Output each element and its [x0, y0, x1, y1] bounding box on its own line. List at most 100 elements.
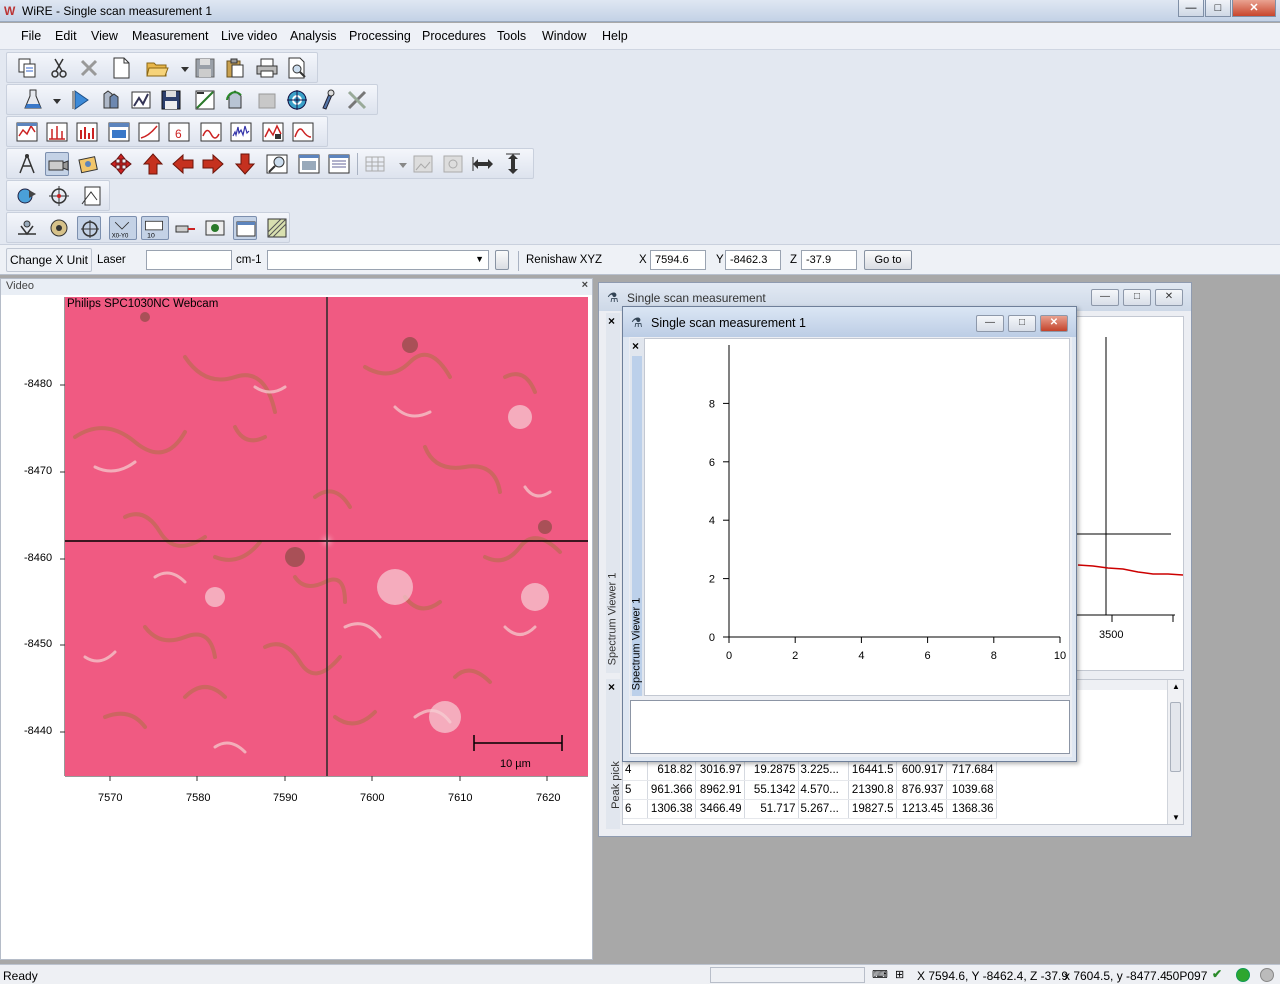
brightfield-icon[interactable] [233, 216, 257, 240]
z-coord-input[interactable]: -37.9 [801, 250, 857, 270]
spectrum-viewer-1[interactable]: 0 2 4 6 8 10 0 2 4 6 8 [644, 338, 1070, 696]
arrow-right-icon[interactable] [201, 152, 225, 176]
open-dropdown-icon[interactable] [173, 56, 189, 80]
save-icon[interactable] [193, 56, 217, 80]
grating-icon[interactable] [265, 216, 289, 240]
ssm1-lower-pane[interactable] [630, 700, 1070, 754]
ssm-spectrum-close-icon[interactable]: × [608, 314, 615, 328]
folder-disabled-icon[interactable] [255, 88, 279, 112]
menu-analysis[interactable]: Analysis [290, 29, 337, 43]
peak-pick-tab[interactable]: Peak pick [610, 761, 622, 809]
menu-file[interactable]: File [21, 29, 41, 43]
view-fit-icon[interactable] [291, 120, 315, 144]
peak-pick-close-icon[interactable]: × [608, 680, 615, 694]
property-extra-button[interactable] [495, 250, 509, 270]
area-map-icon[interactable] [79, 184, 103, 208]
new-document-icon[interactable] [109, 56, 133, 80]
ssm-maximize-button[interactable]: □ [1123, 289, 1151, 306]
menu-help[interactable]: Help [602, 29, 628, 43]
menu-view[interactable]: View [91, 29, 118, 43]
paste-icon[interactable] [223, 56, 247, 80]
property-dropdown[interactable]: ▼ [267, 250, 489, 270]
scroll-down-icon[interactable]: ▼ [1172, 813, 1180, 822]
move-stage-icon[interactable] [109, 152, 133, 176]
menu-live-video[interactable]: Live video [221, 29, 277, 43]
focus-track-icon[interactable] [77, 216, 101, 240]
run-measurement-icon[interactable] [69, 88, 93, 112]
cut-icon[interactable] [47, 56, 71, 80]
view-peaks-icon[interactable] [45, 120, 69, 144]
delete-icon[interactable] [77, 56, 101, 80]
table-row[interactable]: 6 1306.38 3466.49 51.717 5.267... 19827.… [623, 799, 997, 819]
ssm-side-tab[interactable]: × Spectrum Viewer 1 [606, 313, 620, 673]
open-folder-icon[interactable] [145, 56, 169, 80]
arrow-left-icon[interactable] [171, 152, 195, 176]
laser-input[interactable] [146, 250, 232, 270]
crosshair-target-icon[interactable] [47, 184, 71, 208]
copy-icon[interactable] [15, 56, 39, 80]
arrow-up-icon[interactable] [141, 152, 165, 176]
ssm1-close-button[interactable]: ✕ [1040, 315, 1068, 332]
ten-um-step-icon[interactable]: 10 [141, 216, 169, 240]
menu-edit[interactable]: Edit [55, 29, 77, 43]
menu-measurement[interactable]: Measurement [132, 29, 208, 43]
map-globe-icon[interactable] [15, 184, 39, 208]
ssm1-side-tab[interactable]: × Spectrum Viewer 1 [630, 338, 644, 696]
target-disabled-icon[interactable] [441, 152, 465, 176]
capture-image-icon[interactable] [77, 152, 101, 176]
goto-button[interactable]: Go to [864, 250, 912, 270]
globe-target-icon[interactable] [285, 88, 309, 112]
ssm-close-button[interactable]: ✕ [1155, 289, 1183, 306]
sample-stack-icon[interactable] [99, 88, 123, 112]
menu-tools[interactable]: Tools [497, 29, 526, 43]
xo-yo-offset-icon[interactable]: X0-Y0 [109, 216, 137, 240]
stage-settings-icon[interactable] [15, 216, 39, 240]
grid-disabled-icon[interactable] [363, 152, 387, 176]
calibration-icon[interactable] [193, 88, 217, 112]
horizontal-resize-icon[interactable] [471, 152, 495, 176]
ssm-spectrum-viewer-tab[interactable]: Spectrum Viewer 1 [606, 573, 618, 666]
vertical-resize-icon[interactable] [501, 152, 525, 176]
laser-icon[interactable] [173, 216, 197, 240]
ssm1-maximize-button[interactable]: □ [1008, 315, 1036, 332]
save-data-icon[interactable] [159, 88, 183, 112]
change-x-unit-button[interactable]: Change X Unit [6, 248, 92, 272]
menu-procedures[interactable]: Procedures [422, 29, 486, 43]
zoom-image-icon[interactable] [265, 152, 289, 176]
ssm1-title-bar[interactable]: ⚗ Single scan measurement 1 — □ ✕ [623, 307, 1076, 337]
view-noisy-spectrum-icon[interactable] [229, 120, 253, 144]
view-curve-icon[interactable] [137, 120, 161, 144]
minimize-button[interactable]: — [1178, 0, 1204, 17]
flask-dropdown-icon[interactable] [45, 88, 61, 112]
map-measurement-icon[interactable] [129, 88, 153, 112]
autofocus-icon[interactable] [47, 216, 71, 240]
x-coord-input[interactable]: 7594.6 [650, 250, 706, 270]
print-icon[interactable] [255, 56, 279, 80]
close-button[interactable]: ✕ [1232, 0, 1276, 17]
menu-window[interactable]: Window [542, 29, 586, 43]
tools-icon[interactable] [345, 88, 369, 112]
montage-icon[interactable] [297, 152, 321, 176]
ssm1-spectrum-viewer-tab[interactable]: Spectrum Viewer 1 [630, 598, 642, 691]
image-disabled-icon[interactable] [411, 152, 435, 176]
shutter-icon[interactable] [203, 216, 227, 240]
table-row[interactable]: 5 961.366 8962.91 55.1342 4.570... 21390… [623, 780, 997, 800]
arrow-down-icon[interactable] [233, 152, 257, 176]
peak-table-scrollbar[interactable]: ▲ ▼ [1167, 680, 1183, 824]
montage-grid-icon[interactable] [327, 152, 351, 176]
scrollbar-thumb[interactable] [1170, 702, 1181, 772]
view-bars-icon[interactable] [75, 120, 99, 144]
scroll-up-icon[interactable]: ▲ [1172, 682, 1180, 691]
peak-pick-side-tab[interactable]: × Peak pick [606, 679, 622, 829]
ssm1-minimize-button[interactable]: — [976, 315, 1004, 332]
refresh-sample-icon[interactable] [223, 88, 247, 112]
view-compare-icon[interactable] [261, 120, 285, 144]
print-preview-icon[interactable] [285, 56, 309, 80]
table-row[interactable]: 4 618.82 3016.97 19.2875 3.225... 16441.… [623, 761, 997, 781]
ssm1-spectrum-close-icon[interactable]: × [632, 339, 639, 353]
maximize-button[interactable]: □ [1205, 0, 1231, 17]
y-coord-input[interactable]: -8462.3 [725, 250, 781, 270]
view-spectrum-icon[interactable] [15, 120, 39, 144]
menu-processing[interactable]: Processing [349, 29, 411, 43]
ssm-minimize-button[interactable]: — [1091, 289, 1119, 306]
